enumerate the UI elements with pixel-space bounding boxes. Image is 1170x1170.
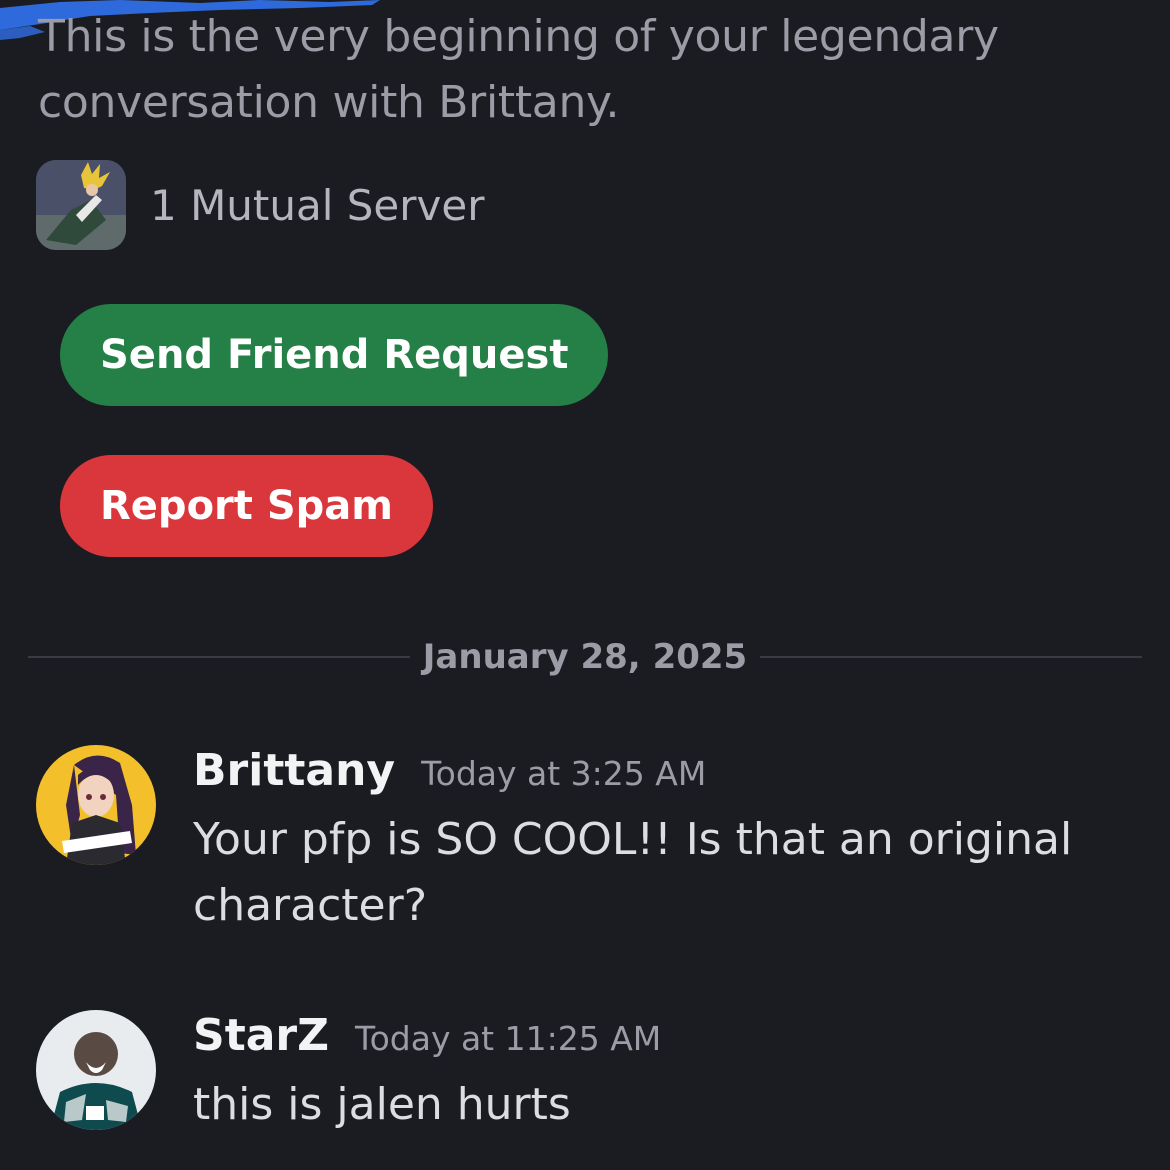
username[interactable]: StarZ (193, 1010, 329, 1061)
send-friend-request-button[interactable]: Send Friend Request (60, 304, 609, 406)
message-text: this is jalen hurts (193, 1079, 571, 1130)
message-item: Brittany Today at 3:25 AM Your pfp is SO… (36, 745, 1146, 945)
date-divider: January 28, 2025 (28, 630, 1142, 684)
message-item: StarZ Today at 11:25 AM this is jalen hu… (36, 1010, 1146, 1150)
username[interactable]: Brittany (193, 745, 395, 796)
mutual-server-count: 1 Mutual Server (150, 180, 485, 230)
divider-line-right (760, 656, 1142, 658)
timestamp: Today at 3:25 AM (421, 754, 707, 793)
message-header: Brittany Today at 3:25 AM (193, 745, 1133, 801)
conversation-intro-text: This is the very beginning of your legen… (38, 11, 999, 128)
mutual-servers[interactable]: 1 Mutual Server (36, 160, 485, 250)
message-body: StarZ Today at 11:25 AM this is jalen hu… (193, 1010, 1133, 1138)
timestamp: Today at 11:25 AM (355, 1019, 662, 1058)
report-spam-button[interactable]: Report Spam (60, 455, 433, 557)
divider-line-left (28, 656, 410, 658)
message-body: Brittany Today at 3:25 AM Your pfp is SO… (193, 745, 1133, 939)
avatar[interactable] (36, 745, 156, 865)
message-header: StarZ Today at 11:25 AM (193, 1010, 1133, 1066)
message-text: Your pfp is SO COOL!! Is that an origina… (193, 814, 1073, 931)
divider-date: January 28, 2025 (422, 637, 748, 677)
server-icon[interactable] (36, 160, 126, 250)
avatar[interactable] (36, 1010, 156, 1130)
